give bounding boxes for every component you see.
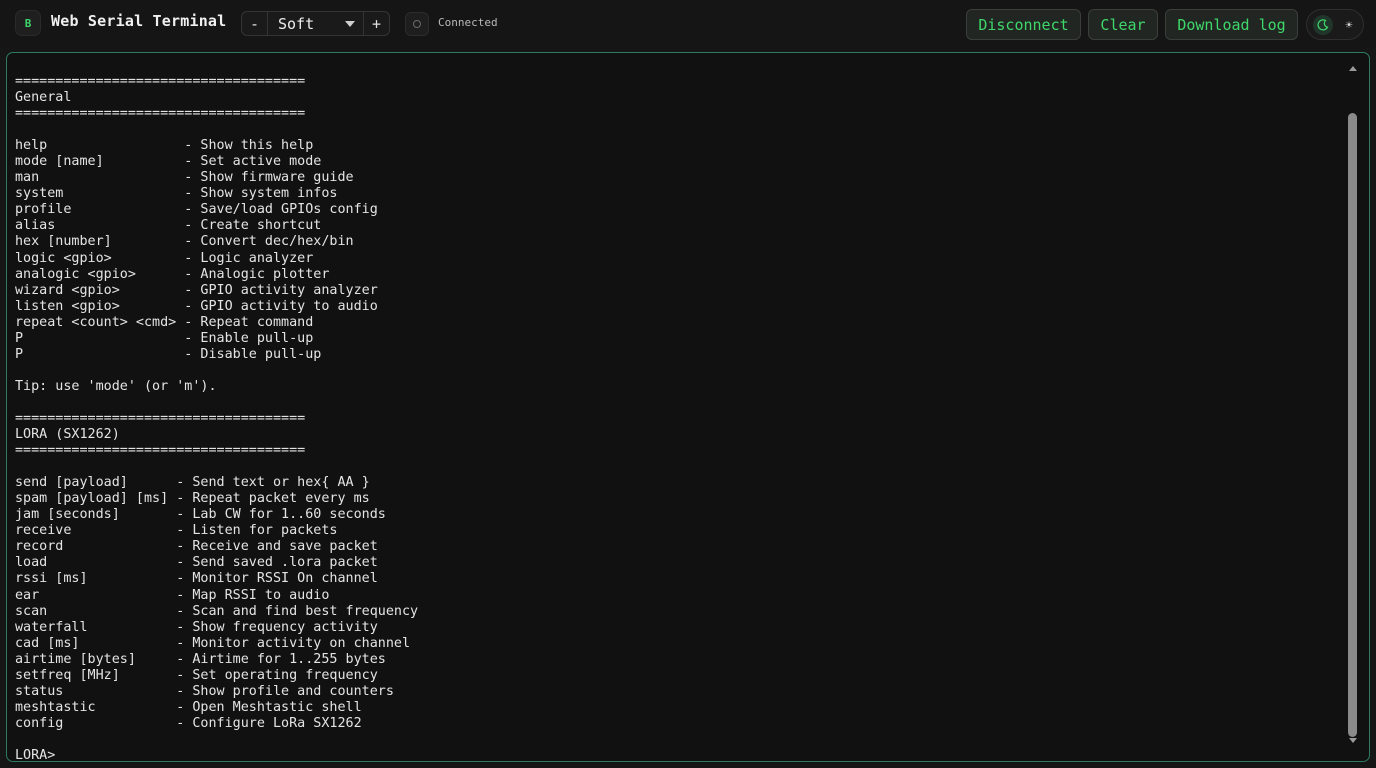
terminal-line: analogic <gpio> - Analogic plotter [15, 266, 330, 282]
terminal-line: ==================================== [15, 74, 306, 89]
app-title: Web Serial Terminal [51, 12, 227, 30]
terminal-line: status - Show profile and counters [15, 683, 394, 699]
moon-icon[interactable] [1313, 14, 1333, 35]
terminal-line: record - Receive and save packet [15, 539, 378, 555]
font-decrease-button[interactable]: - [242, 12, 268, 35]
terminal-line: logic <gpio> - Logic analyzer [15, 250, 314, 266]
scroll-up-arrow-icon[interactable] [1349, 66, 1357, 71]
disconnect-button[interactable]: Disconnect [966, 9, 1081, 40]
font-style-value: Soft [278, 14, 315, 33]
terminal-line: load - Send saved .lora packet [15, 555, 378, 571]
app-logo: B [15, 10, 41, 36]
terminal-line: P - Enable pull-up [15, 330, 314, 346]
top-bar: B Web Serial Terminal - Soft + Connected… [0, 0, 1376, 48]
terminal-line: ==================================== [15, 443, 306, 459]
terminal-line: Tip: use 'mode' (or 'm'). [15, 378, 217, 394]
terminal-line: scan - Scan and find best frequency [15, 603, 419, 619]
status-circle-icon [405, 12, 429, 36]
font-increase-button[interactable]: + [363, 12, 389, 35]
terminal-line: ==================================== [15, 106, 306, 122]
terminal-text: ==================================== Gene… [15, 74, 419, 762]
download-log-button[interactable]: Download log [1165, 9, 1298, 40]
scroll-down-arrow-icon[interactable] [1349, 738, 1357, 743]
terminal-line: help - Show this help [15, 138, 314, 154]
terminal-line: send [payload] - Send text or hex{ AA } [15, 475, 370, 491]
terminal-line: alias - Create shortcut [15, 218, 322, 234]
terminal-line: waterfall - Show frequency activity [15, 619, 378, 635]
terminal-line: jam [seconds] - Lab CW for 1..60 seconds [15, 507, 386, 523]
sun-icon[interactable]: ☀ [1339, 15, 1359, 35]
terminal-line: wizard <gpio> - GPIO activity analyzer [15, 282, 378, 298]
terminal-line: rssi [ms] - Monitor RSSI On channel [15, 571, 378, 587]
scrollbar-thumb[interactable] [1348, 113, 1357, 737]
terminal-line: General [15, 90, 72, 106]
terminal-line: repeat <count> <cmd> - Repeat command [15, 314, 314, 330]
terminal-line: ear - Map RSSI to audio [15, 587, 330, 603]
theme-toggle: ☀ [1306, 9, 1364, 40]
terminal-line: profile - Save/load GPIOs config [15, 202, 378, 218]
terminal-line: man - Show firmware guide [15, 170, 354, 186]
terminal-line: LORA (SX1262) [15, 427, 120, 443]
connection-status: Connected [438, 16, 498, 29]
terminal-line: meshtastic - Open Meshtastic shell [15, 699, 362, 715]
terminal-line: config - Configure LoRa SX1262 [15, 715, 362, 731]
terminal-line: listen <gpio> - GPIO activity to audio [15, 298, 378, 314]
terminal-line: airtime [bytes] - Airtime for 1..255 byt… [15, 651, 386, 667]
terminal-line: ==================================== [15, 410, 306, 426]
font-style-control: - Soft + [241, 11, 390, 36]
chevron-down-icon [345, 20, 355, 27]
terminal-output-panel[interactable]: ==================================== Gene… [6, 52, 1370, 762]
terminal-line: cad [ms] - Monitor activity on channel [15, 635, 411, 651]
terminal-line: setfreq [MHz] - Set operating frequency [15, 667, 378, 683]
terminal-line: mode [name] - Set active mode [15, 154, 322, 170]
terminal-line: spam [payload] [ms] - Repeat packet ever… [15, 491, 370, 507]
font-style-select[interactable]: Soft [268, 12, 363, 35]
terminal-line: system - Show system infos [15, 186, 338, 202]
clear-button[interactable]: Clear [1088, 9, 1158, 40]
scrollbar[interactable] [1347, 61, 1361, 755]
terminal-line: receive - Listen for packets [15, 523, 338, 539]
terminal-line: hex [number] - Convert dec/hex/bin [15, 234, 354, 250]
terminal-line: LORA> [15, 747, 56, 762]
terminal-line: P - Disable pull-up [15, 346, 322, 362]
